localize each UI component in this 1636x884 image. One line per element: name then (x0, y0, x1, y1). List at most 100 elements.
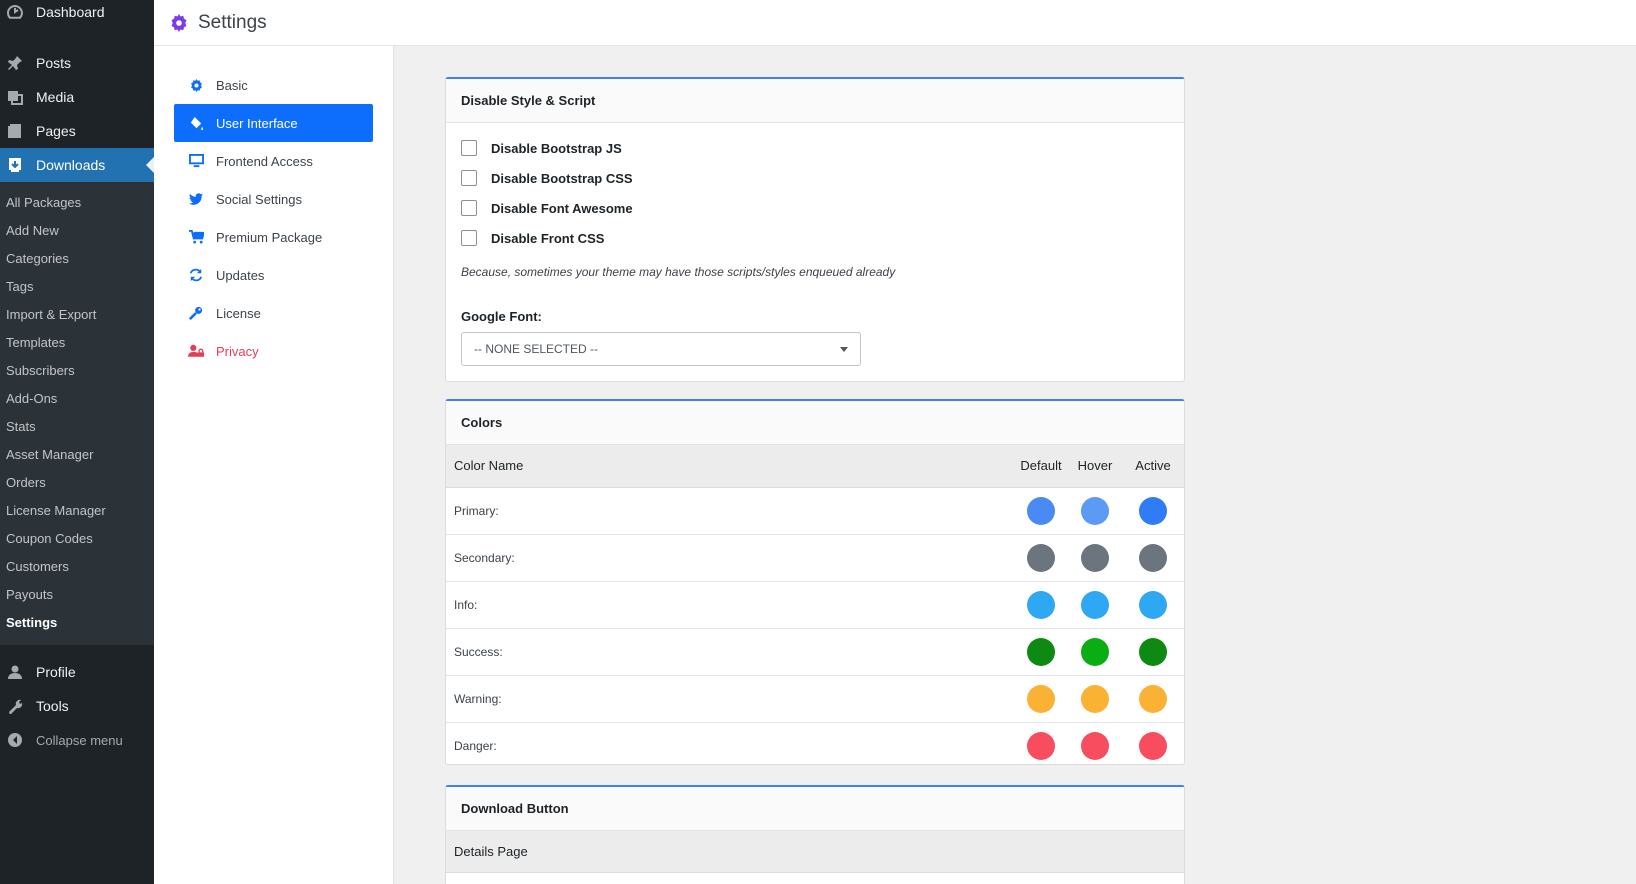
checkbox[interactable] (461, 170, 477, 186)
submenu-item[interactable]: All Packages (0, 189, 154, 217)
color-cell-active (1122, 534, 1184, 582)
nav-privacy[interactable]: Privacy (174, 332, 373, 370)
style-script-title: Disable Style & Script (446, 79, 1184, 123)
gear-icon (188, 77, 204, 93)
color-name: Primary: (446, 487, 1014, 535)
menu-media[interactable]: Media (0, 80, 154, 114)
color-swatch-active[interactable] (1139, 496, 1167, 525)
twitter-icon (188, 191, 204, 207)
nav-social-settings-label: Social Settings (216, 191, 302, 207)
option-disable-font-awesome[interactable]: Disable Font Awesome (446, 193, 1184, 223)
pin-icon (6, 54, 24, 72)
color-cell-default (1014, 722, 1068, 769)
download-icon (6, 156, 24, 174)
colors-table: Color Name Default Hover Active Primary:… (446, 445, 1184, 769)
submenu-item[interactable]: Customers (0, 553, 154, 581)
color-cell-active (1122, 628, 1184, 676)
color-name: Danger: (454, 738, 497, 753)
color-swatch-default[interactable] (1027, 543, 1055, 572)
checkbox[interactable] (461, 140, 477, 156)
color-swatch-default[interactable] (1027, 637, 1055, 666)
color-swatch-default[interactable] (1027, 684, 1055, 713)
color-swatch-default[interactable] (1027, 496, 1055, 525)
submenu-item[interactable]: Orders (0, 469, 154, 497)
google-font-label: Google Font: (461, 309, 542, 324)
color-name: Warning: (446, 675, 1014, 723)
color-row: Info: (446, 581, 1184, 629)
nav-license-label: License (216, 305, 261, 321)
color-swatch-active[interactable] (1139, 543, 1167, 572)
color-swatch-hover[interactable] (1081, 684, 1109, 713)
colors-title: Colors (446, 401, 1184, 445)
nav-privacy-label: Privacy (216, 343, 259, 359)
color-cell-hover (1068, 534, 1122, 582)
nav-social-settings[interactable]: Social Settings (174, 180, 373, 218)
option-disable-bootstrap-js[interactable]: Disable Bootstrap JS (446, 133, 1184, 163)
color-swatch-active[interactable] (1139, 637, 1167, 666)
color-cell-default (1014, 675, 1068, 723)
nav-user-interface[interactable]: User Interface (174, 104, 373, 142)
option-disable-front-css[interactable]: Disable Front CSS (446, 223, 1184, 253)
menu-posts[interactable]: Posts (0, 46, 154, 80)
google-font-select[interactable]: -- NONE SELECTED -- (461, 332, 861, 366)
nav-basic[interactable]: Basic (174, 66, 373, 104)
color-swatch-hover[interactable] (1081, 496, 1109, 525)
nav-premium-package-label: Premium Package (216, 229, 323, 245)
menu-dashboard[interactable]: Dashboard (0, 0, 154, 24)
col-default: Default (1014, 445, 1068, 488)
color-swatch-default[interactable] (1027, 731, 1055, 760)
submenu-item[interactable]: Coupon Codes (0, 525, 154, 553)
col-hover: Hover (1068, 445, 1122, 488)
submenu-item[interactable]: Subscribers (0, 357, 154, 385)
nav-updates[interactable]: Updates (174, 256, 373, 294)
color-cell-hover (1068, 628, 1122, 676)
nav-premium-package[interactable]: Premium Package (174, 218, 373, 256)
checkbox[interactable] (461, 200, 477, 216)
media-icon (6, 88, 24, 106)
submenu-item[interactable]: Add New (0, 217, 154, 245)
collapse-menu[interactable]: Collapse menu (0, 723, 154, 757)
color-cell-hover (1068, 722, 1122, 769)
submenu-item[interactable]: Stats (0, 413, 154, 441)
color-swatch-hover[interactable] (1081, 543, 1109, 572)
submenu-item[interactable]: Categories (0, 245, 154, 273)
admin-sidebar: Dashboard Posts Media Pages Downloads Al… (0, 0, 154, 884)
option-disable-bootstrap-css[interactable]: Disable Bootstrap CSS (446, 163, 1184, 193)
nav-frontend-access[interactable]: Frontend Access (174, 142, 373, 180)
color-cell-active (1122, 675, 1184, 723)
color-swatch-hover[interactable] (1081, 590, 1109, 619)
submenu-item-settings[interactable]: Settings (0, 609, 154, 637)
color-swatch-active[interactable] (1139, 684, 1167, 713)
style-note: Because, sometimes your theme may have t… (461, 265, 896, 279)
submenu-item[interactable]: Add-Ons (0, 385, 154, 413)
color-swatch-hover[interactable] (1081, 637, 1109, 666)
color-cell-default (1014, 628, 1068, 676)
color-row: Success: (446, 628, 1184, 676)
submenu-item[interactable]: Asset Manager (0, 441, 154, 469)
color-swatch-hover[interactable] (1081, 731, 1109, 760)
submenu-item[interactable]: Import & Export (0, 301, 154, 329)
downloads-submenu: All Packages Add New Categories Tags Imp… (0, 182, 154, 645)
details-page-header: Details Page (446, 831, 1184, 873)
color-row: Primary: (446, 487, 1184, 535)
color-swatch-default[interactable] (1027, 590, 1055, 619)
color-name: Info: (446, 581, 1014, 629)
submenu-item[interactable]: License Manager (0, 497, 154, 525)
checkbox[interactable] (461, 230, 477, 246)
page-header: Settings (154, 0, 1636, 46)
menu-pages[interactable]: Pages (0, 114, 154, 148)
color-swatch-active[interactable] (1139, 731, 1167, 760)
submenu-item[interactable]: Tags (0, 273, 154, 301)
color-name: Success: (446, 628, 1014, 676)
download-button-title: Download Button (446, 787, 1184, 831)
menu-tools[interactable]: Tools (0, 689, 154, 723)
download-button-panel: Download Button Details Page (445, 785, 1185, 884)
collapse-menu-label: Collapse menu (36, 732, 123, 748)
color-swatch-active[interactable] (1139, 590, 1167, 619)
submenu-item[interactable]: Payouts (0, 581, 154, 609)
nav-license[interactable]: License (174, 294, 373, 332)
menu-downloads[interactable]: Downloads (0, 148, 154, 182)
menu-profile[interactable]: Profile (0, 655, 154, 689)
submenu-item[interactable]: Templates (0, 329, 154, 357)
color-row: Danger: (446, 722, 1184, 769)
